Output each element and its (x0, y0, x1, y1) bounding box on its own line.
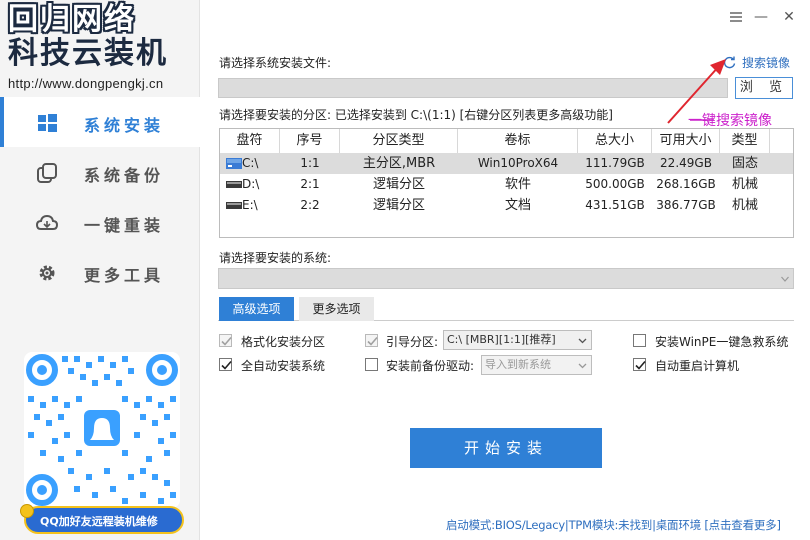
cell-volume: 文档 (504, 198, 531, 213)
cell-partition-type: 逻辑分区 (372, 177, 425, 192)
cell-free: 22.49GB (660, 156, 712, 170)
tab-more-options[interactable]: 更多选项 (299, 297, 374, 321)
ssd-drive-icon (226, 158, 242, 169)
logo-title-line1: 回归网络 (8, 2, 136, 37)
status-bar[interactable]: 启动模式:BIOS/Legacy|TPM模块:未找到|桌面环境 [点击查看更多] (446, 517, 781, 533)
sidebar: 回归网络 科技云装机 http://www.dongpengkj.cn 系统安装… (0, 0, 200, 540)
cell-kind: 机械 (731, 198, 758, 213)
chevron-down-icon (781, 276, 789, 282)
column-header-drive: 盘符 (220, 129, 280, 153)
column-header-index: 序号 (280, 129, 340, 153)
cell-index: 1:1 (300, 156, 320, 170)
format-partition-checkbox[interactable] (219, 334, 232, 347)
gear-icon (39, 265, 55, 281)
chevron-down-icon (578, 363, 587, 369)
close-button[interactable]: ✕ (780, 8, 798, 26)
cell-total: 111.79GB (585, 156, 645, 170)
boot-partition-select[interactable]: C:\ [MBR][1:1][推荐] (443, 330, 592, 350)
cell-free: 386.77GB (656, 198, 716, 212)
cell-index: 2:2 (300, 198, 320, 212)
table-row[interactable]: C:\ 1:1 主分区,MBR Win10ProX64 111.79GB 22.… (220, 153, 793, 174)
column-header-kind: 类型 (720, 129, 770, 153)
sidebar-item-label: 一键重装 (84, 216, 165, 235)
windows-icon (38, 114, 57, 132)
search-mirror-label: 搜索镜像 (742, 56, 791, 70)
cell-partition-type: 逻辑分区 (372, 198, 425, 213)
menu-button[interactable] (727, 8, 745, 26)
cell-volume: 软件 (504, 177, 531, 192)
checkmark-icon (635, 360, 646, 370)
file-label: 请选择系统安装文件: (219, 56, 332, 70)
format-partition-label: 格式化安装分区 (241, 335, 326, 349)
backup-driver-label: 安装前备份驱动: (386, 359, 475, 373)
boot-partition-value: C:\ [MBR][1:1][推荐] (447, 333, 556, 346)
system-select[interactable] (218, 268, 794, 289)
cell-free: 268.16GB (656, 177, 716, 191)
table-row[interactable]: E:\ 2:2 逻辑分区 文档 431.51GB 386.77GB 机械 (220, 195, 793, 216)
system-label: 请选择要安装的系统: (219, 251, 332, 265)
auto-reboot-label: 自动重启计算机 (655, 359, 740, 373)
auto-install-checkbox[interactable] (219, 358, 232, 371)
sidebar-item-one-click-reinstall[interactable]: 一键重装 (0, 197, 200, 247)
cell-drive: D:\ (242, 177, 260, 191)
qq-remote-banner[interactable]: QQ加好友远程装机维修 (20, 504, 184, 534)
boot-partition-label: 引导分区: (386, 335, 439, 349)
annotation-text: 一键搜索镜像 (688, 113, 772, 129)
logo-title-line2: 科技云装机 (8, 36, 168, 71)
checkmark-icon (221, 336, 232, 346)
hdd-drive-icon (226, 202, 242, 209)
minimize-button[interactable]: — (752, 8, 770, 26)
partition-label: 请选择要安装的分区: 已选择安装到 C:\(1:1) [右键分区列表更多高级功能… (219, 108, 613, 122)
checkmark-icon (221, 360, 232, 370)
column-header-volume: 卷标 (458, 129, 578, 153)
checkmark-icon (367, 336, 378, 346)
winpe-label: 安装WinPE一键急救系统 (655, 335, 789, 349)
partition-table: 盘符 序号 分区类型 卷标 总大小 可用大小 类型 C:\ 1:1 主分区,MB… (219, 128, 794, 238)
start-install-button[interactable]: 开始安装 (410, 428, 602, 468)
winpe-checkbox[interactable] (633, 334, 646, 347)
backup-driver-checkbox[interactable] (365, 358, 378, 371)
sidebar-item-label: 更多工具 (84, 266, 165, 285)
sidebar-item-label: 系统安装 (84, 116, 165, 135)
cell-drive: C:\ (242, 156, 259, 170)
cell-drive: E:\ (242, 198, 258, 212)
logo-url: http://www.dongpengkj.cn (8, 76, 164, 91)
driver-target-select[interactable]: 导入到新系统 (481, 355, 592, 375)
sidebar-item-more-tools[interactable]: 更多工具 (0, 247, 200, 297)
app-window: 回归网络 科技云装机 http://www.dongpengkj.cn 系统安装… (0, 0, 810, 540)
chevron-down-icon (578, 338, 587, 344)
driver-target-value: 导入到新系统 (485, 358, 551, 371)
qq-banner-text: QQ加好友远程装机维修 (40, 515, 158, 528)
sidebar-item-system-backup[interactable]: 系统备份 (0, 147, 200, 197)
cell-kind: 固态 (731, 156, 758, 171)
cell-index: 2:1 (300, 177, 320, 191)
column-header-free: 可用大小 (652, 129, 720, 153)
sidebar-item-system-install[interactable]: 系统安装 (0, 97, 200, 147)
qr-code (24, 352, 180, 508)
cell-total: 500.00GB (585, 177, 645, 191)
boot-partition-checkbox[interactable] (365, 334, 378, 347)
column-header-partition-type: 分区类型 (340, 129, 458, 153)
cell-kind: 机械 (731, 177, 758, 192)
column-header-total: 总大小 (578, 129, 652, 153)
menu-icon (730, 12, 742, 22)
copy-icon (37, 163, 57, 183)
cell-partition-type: 主分区,MBR (362, 156, 436, 171)
cell-volume: Win10ProX64 (477, 156, 559, 170)
cell-total: 431.51GB (585, 198, 645, 212)
browse-button[interactable]: 浏 览 (735, 77, 793, 99)
sidebar-item-label: 系统备份 (84, 166, 165, 185)
table-row[interactable]: D:\ 2:1 逻辑分区 软件 500.00GB 268.16GB 机械 (220, 174, 793, 195)
cloud-icon (36, 214, 58, 230)
tab-advanced-options[interactable]: 高级选项 (219, 297, 294, 321)
auto-install-label: 全自动安装系统 (241, 359, 326, 373)
file-path-input[interactable] (218, 78, 728, 98)
hdd-drive-icon (226, 181, 242, 188)
logo: 回归网络 科技云装机 http://www.dongpengkj.cn (6, 4, 196, 94)
auto-reboot-checkbox[interactable] (633, 358, 646, 371)
smile-icon (20, 504, 34, 518)
